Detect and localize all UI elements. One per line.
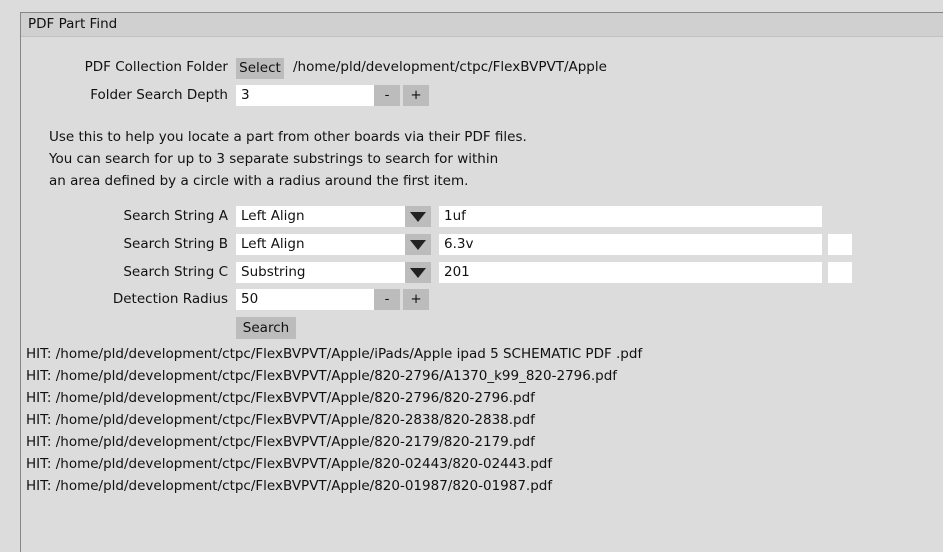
- search-string-b-mode-value: Left Align: [241, 236, 305, 252]
- pdf-collection-folder-path: /home/pld/development/ctpc/FlexBVPVT/App…: [293, 59, 607, 75]
- result-row[interactable]: HIT: /home/pld/development/ctpc/FlexBVPV…: [26, 476, 552, 496]
- chevron-down-icon[interactable]: [405, 262, 431, 283]
- search-string-c-mode-select[interactable]: Substring: [236, 262, 431, 283]
- pdf-part-find-panel: PDF Part Find PDF Collection Folder Sele…: [20, 12, 943, 552]
- pdf-collection-folder-label: PDF Collection Folder: [84, 59, 228, 75]
- result-row[interactable]: HIT: /home/pld/development/ctpc/FlexBVPV…: [26, 388, 535, 408]
- detection-radius-increment-button[interactable]: +: [403, 289, 429, 310]
- result-row[interactable]: HIT: /home/pld/development/ctpc/FlexBVPV…: [26, 410, 535, 430]
- result-row[interactable]: HIT: /home/pld/development/ctpc/FlexBVPV…: [26, 366, 617, 386]
- result-row[interactable]: HIT: /home/pld/development/ctpc/FlexBVPV…: [26, 432, 535, 452]
- search-string-a-label: Search String A: [123, 208, 229, 224]
- folder-search-depth-decrement-button[interactable]: -: [374, 85, 400, 106]
- description-line-1: Use this to help you locate a part from …: [49, 129, 527, 145]
- panel-titlebar: PDF Part Find: [21, 13, 943, 37]
- detection-radius-label: Detection Radius: [112, 291, 228, 307]
- search-string-b-extra-box[interactable]: [828, 234, 852, 255]
- detection-radius-decrement-button[interactable]: -: [374, 289, 400, 310]
- search-string-c-extra-box[interactable]: [828, 262, 852, 283]
- search-button[interactable]: Search: [236, 317, 296, 339]
- result-row[interactable]: HIT: /home/pld/development/ctpc/FlexBVPV…: [26, 344, 642, 364]
- search-string-c-label: Search String C: [123, 264, 228, 280]
- search-string-a-mode-select[interactable]: Left Align: [236, 206, 431, 227]
- search-string-c-mode-value: Substring: [241, 264, 306, 280]
- folder-search-depth-label: Folder Search Depth: [90, 87, 228, 103]
- select-folder-button[interactable]: Select: [236, 58, 284, 79]
- search-string-a-input[interactable]: 1uf: [439, 206, 822, 227]
- description-line-2: You can search for up to 3 separate subs…: [49, 151, 499, 167]
- detection-radius-input[interactable]: 50: [236, 289, 386, 310]
- panel-title: PDF Part Find: [28, 16, 118, 32]
- search-string-b-mode-select[interactable]: Left Align: [236, 234, 431, 255]
- chevron-down-icon[interactable]: [405, 206, 431, 227]
- description-line-3: an area defined by a circle with a radiu…: [49, 173, 469, 189]
- chevron-down-icon[interactable]: [405, 234, 431, 255]
- folder-search-depth-increment-button[interactable]: +: [403, 85, 429, 106]
- search-string-b-label: Search String B: [123, 236, 228, 252]
- search-string-b-input[interactable]: 6.3v: [439, 234, 822, 255]
- result-row[interactable]: HIT: /home/pld/development/ctpc/FlexBVPV…: [26, 454, 552, 474]
- search-string-a-mode-value: Left Align: [241, 208, 305, 224]
- folder-search-depth-input[interactable]: 3: [236, 85, 386, 106]
- search-string-c-input[interactable]: 201: [439, 262, 822, 283]
